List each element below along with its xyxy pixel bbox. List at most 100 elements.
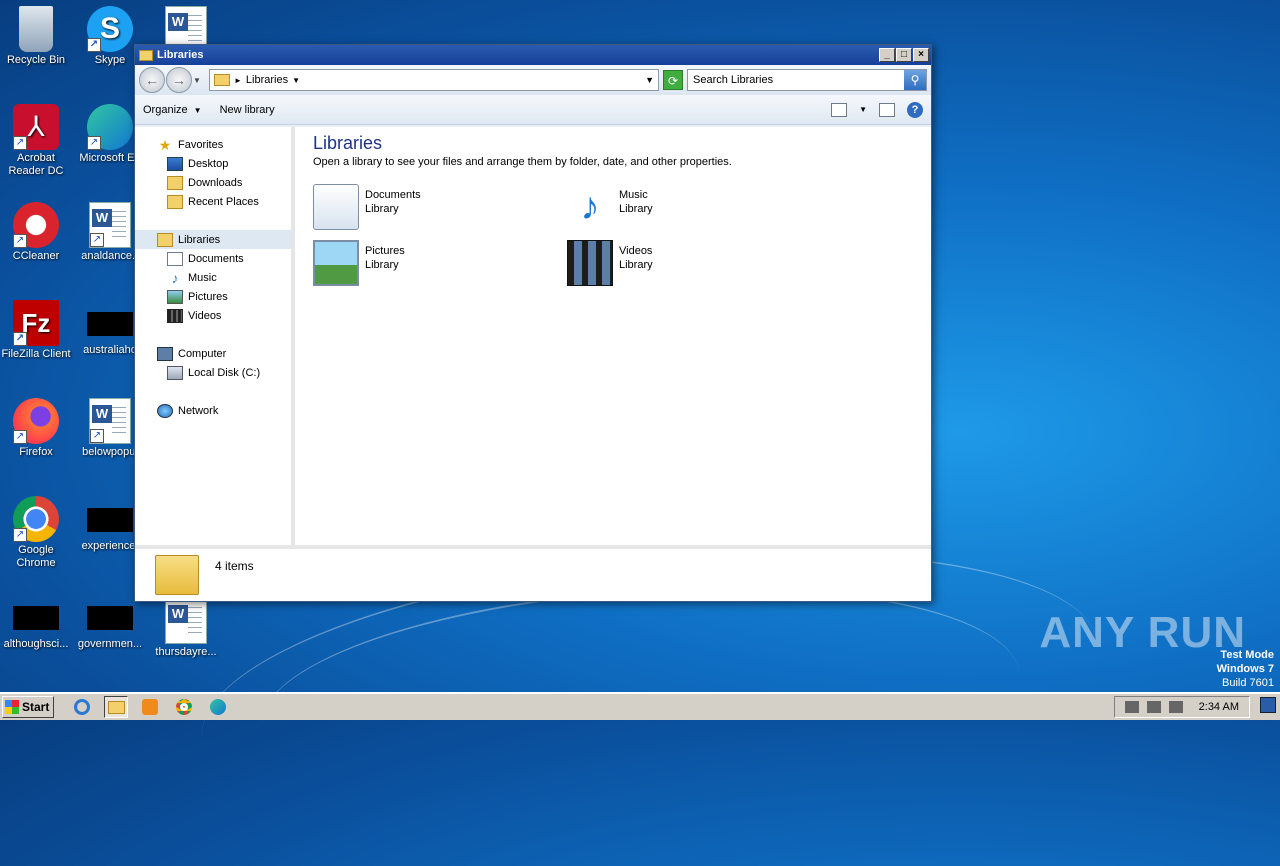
taskbar-chrome[interactable] <box>172 696 196 718</box>
shortcut-arrow-icon: ↗ <box>90 233 104 247</box>
window-title-bar[interactable]: Libraries _ □ × <box>135 45 931 65</box>
recent-pages-dropdown[interactable]: ▼ <box>193 76 203 85</box>
breadcrumb-separator-icon[interactable]: ► <box>234 76 242 85</box>
desktop-icon-governmen[interactable]: governmen... <box>74 594 146 651</box>
windows-logo-icon <box>5 700 19 714</box>
pictures-library-icon <box>313 240 359 286</box>
nav-item-documents[interactable]: Documents <box>135 249 291 268</box>
taskbar-explorer[interactable] <box>104 696 128 718</box>
word-doc-icon: W ↗ <box>89 398 131 444</box>
library-music[interactable]: ♪ Music Library <box>567 184 821 230</box>
library-documents[interactable]: Documents Library <box>313 184 567 230</box>
change-view-icon[interactable] <box>831 102 848 117</box>
nav-item-music[interactable]: ♪ Music <box>135 268 291 287</box>
star-icon: ★ <box>158 136 172 153</box>
nav-item-favorites[interactable]: ★ Favorites <box>135 135 291 154</box>
libraries-folder-icon <box>214 74 230 86</box>
word-doc-icon: W ↗ <box>89 202 131 248</box>
address-bar-row: ← → ▼ ► Libraries ▼ ▼ ⟳ Search Libraries… <box>135 65 931 95</box>
redacted-thumbnail <box>87 508 133 532</box>
downloads-folder-icon <box>167 175 183 190</box>
computer-icon <box>157 346 173 361</box>
desktop-icon-althoughsci[interactable]: althoughsci... <box>0 594 72 651</box>
details-pane: 4 items <box>135 545 931 601</box>
desktop-icon-recycle-bin[interactable]: Recycle Bin <box>0 6 72 67</box>
command-bar: Organize ▼ New library ▼ ? <box>135 95 931 125</box>
desktop-icon-thursdayre[interactable]: W thursdayre... <box>150 598 222 659</box>
organize-button[interactable]: Organize ▼ <box>143 104 202 116</box>
page-title: Libraries <box>313 133 383 153</box>
shortcut-arrow-icon: ↗ <box>13 136 27 150</box>
desktop-icon-filezilla[interactable]: Fz ↗ FileZilla Client <box>0 300 72 361</box>
nav-item-network[interactable]: Network <box>135 401 291 420</box>
nav-item-computer[interactable]: Computer <box>135 344 291 363</box>
edge-icon <box>210 699 226 715</box>
help-icon[interactable]: ? <box>907 101 923 118</box>
library-videos[interactable]: Videos Library <box>567 240 821 286</box>
item-count: 4 items <box>215 559 254 573</box>
nav-item-recent-places[interactable]: Recent Places <box>135 192 291 211</box>
quick-launch <box>70 696 230 718</box>
chevron-down-icon[interactable]: ▼ <box>292 76 300 85</box>
search-input[interactable]: Search Libraries ⚲ <box>687 69 927 91</box>
desktop-icon-ccleaner[interactable]: ↗ CCleaner <box>0 202 72 263</box>
music-library-icon: ♪ <box>580 186 600 228</box>
back-button[interactable]: ← <box>139 67 165 93</box>
desktop-icon-firefox[interactable]: ↗ Firefox <box>0 398 72 459</box>
minimize-button[interactable]: _ <box>879 48 895 62</box>
volume-icon[interactable] <box>1124 701 1139 713</box>
nav-item-videos[interactable]: Videos <box>135 306 291 325</box>
forward-button[interactable]: → <box>166 67 192 93</box>
taskbar-edge[interactable] <box>206 696 230 718</box>
network-tray-icon[interactable] <box>1146 701 1161 713</box>
redacted-thumbnail <box>13 606 59 630</box>
address-bar[interactable]: ► Libraries ▼ ▼ <box>209 69 659 91</box>
acrobat-icon: ⅄ ↗ <box>13 104 59 150</box>
shortcut-arrow-icon: ↗ <box>13 430 27 444</box>
music-note-icon: ♪ <box>171 269 179 286</box>
nav-item-libraries[interactable]: Libraries <box>135 230 291 249</box>
close-button[interactable]: × <box>913 48 929 62</box>
libraries-icon <box>157 232 173 247</box>
taskbar-internet-explorer[interactable] <box>70 696 94 718</box>
explorer-window[interactable]: Libraries _ □ × ← → ▼ ► Libraries ▼ ▼ ⟳ … <box>134 44 932 602</box>
start-button[interactable]: Start <box>2 696 54 718</box>
show-desktop-icon[interactable] <box>1260 697 1276 713</box>
anyrun-watermark: ANY RUN <box>1039 608 1246 657</box>
view-controls: ▼ ? <box>831 101 923 118</box>
window-body: ★ Favorites Desktop Downloads Recent Plac… <box>135 127 931 545</box>
new-library-button[interactable]: New library <box>220 104 275 116</box>
preview-pane-icon[interactable] <box>879 102 895 117</box>
breadcrumb-libraries[interactable]: Libraries <box>246 74 288 86</box>
refresh-button[interactable]: ⟳ <box>663 70 683 90</box>
search-icon[interactable]: ⚲ <box>904 70 926 90</box>
clock[interactable]: 2:34 AM <box>1199 701 1239 713</box>
library-pictures[interactable]: Pictures Library <box>313 240 567 286</box>
view-dropdown-icon[interactable]: ▼ <box>859 105 867 114</box>
address-dropdown-button[interactable]: ▼ <box>645 75 654 85</box>
taskbar: Start 2:34 AM <box>0 692 1280 720</box>
explorer-folder-icon <box>107 700 125 714</box>
system-tray: 2:34 AM <box>1113 696 1250 718</box>
libraries-large-icon <box>155 555 199 595</box>
desktop-icon-chrome[interactable]: ↗ Google Chrome <box>0 496 72 570</box>
filezilla-icon: Fz ↗ <box>13 300 59 346</box>
nav-item-local-disk[interactable]: Local Disk (C:) <box>135 363 291 382</box>
shortcut-arrow-icon: ↗ <box>13 528 27 542</box>
documents-icon <box>167 251 183 266</box>
shortcut-arrow-icon: ↗ <box>13 332 27 346</box>
recent-places-icon <box>167 194 183 209</box>
nav-item-pictures[interactable]: Pictures <box>135 287 291 306</box>
nav-item-desktop[interactable]: Desktop <box>135 154 291 173</box>
maximize-button[interactable]: □ <box>896 48 912 62</box>
action-center-flag-icon[interactable] <box>1168 701 1183 713</box>
pictures-icon <box>167 289 183 304</box>
nav-item-downloads[interactable]: Downloads <box>135 173 291 192</box>
search-placeholder: Search Libraries <box>693 74 774 86</box>
libraries-grid: Documents Library ♪ Music Library Pictures… <box>313 184 913 286</box>
shortcut-arrow-icon: ↗ <box>87 136 101 150</box>
page-description: Open a library to see your files and arr… <box>313 156 732 168</box>
taskbar-media-player[interactable] <box>138 696 162 718</box>
navigation-pane: ★ Favorites Desktop Downloads Recent Plac… <box>135 127 295 545</box>
desktop-icon-acrobat[interactable]: ⅄ ↗ Acrobat Reader DC <box>0 104 72 178</box>
